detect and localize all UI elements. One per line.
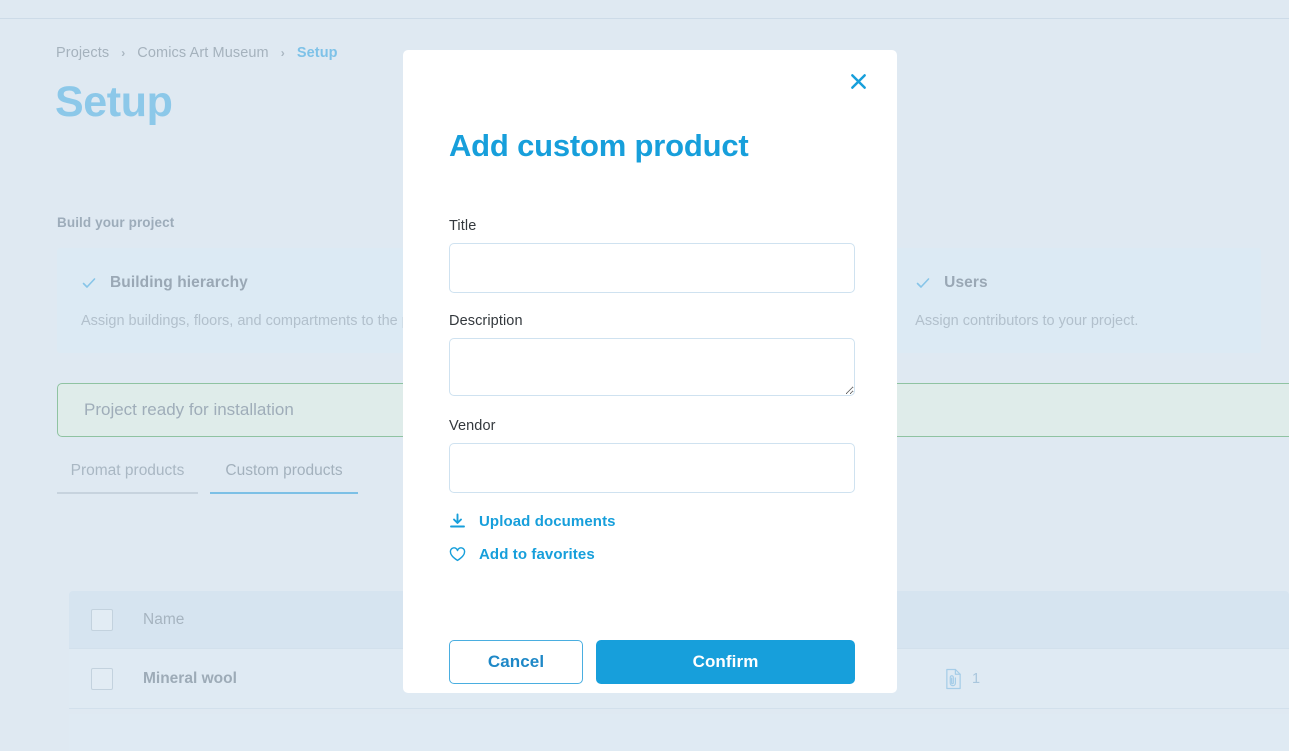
checkbox-select-all[interactable]: [91, 608, 113, 631]
modal-action-buttons: Cancel Confirm: [449, 640, 855, 684]
cancel-button[interactable]: Cancel: [449, 640, 583, 684]
check-icon: [916, 278, 930, 288]
attachment-document-icon: [946, 668, 961, 689]
section-label-build-your-project: Build your project: [57, 215, 175, 230]
breadcrumb-item-project[interactable]: Comics Art Museum: [137, 45, 268, 61]
cell-attachments[interactable]: 1: [944, 668, 980, 690]
breadcrumb-item-projects[interactable]: Projects: [56, 45, 109, 61]
card-description: Assign contributors to your project.: [915, 313, 1139, 329]
modal-title: Add custom product: [449, 128, 749, 163]
breadcrumb: Projects › Comics Art Museum › Setup: [56, 45, 338, 61]
add-to-favorites-link[interactable]: Add to favorites: [449, 546, 855, 563]
confirm-button[interactable]: Confirm: [596, 640, 855, 684]
table-bottom-area: [69, 714, 1289, 751]
upload-documents-link[interactable]: Upload documents: [449, 513, 855, 530]
label-vendor: Vendor: [449, 418, 496, 434]
field-group-description: Description: [449, 313, 855, 396]
upload-documents-label: Upload documents: [479, 513, 616, 530]
label-description: Description: [449, 313, 523, 329]
product-tabs: Promat products Custom products: [57, 462, 370, 494]
tab-promat-products[interactable]: Promat products: [57, 462, 198, 494]
card-title: Building hierarchy: [110, 274, 248, 291]
label-title: Title: [449, 218, 477, 234]
status-card-users[interactable]: Users Assign contributors to your projec…: [891, 248, 1262, 353]
upload-icon: [449, 513, 466, 530]
field-group-vendor: Vendor: [449, 418, 855, 493]
chevron-right-icon: ›: [121, 46, 126, 60]
add-to-favorites-label: Add to favorites: [479, 546, 595, 563]
attachment-count: 1: [972, 670, 981, 687]
card-title: Users: [944, 274, 988, 291]
tab-custom-products[interactable]: Custom products: [210, 462, 358, 494]
chevron-right-icon: ›: [280, 46, 285, 60]
breadcrumb-item-setup[interactable]: Setup: [297, 45, 338, 61]
description-textarea[interactable]: [449, 338, 855, 396]
card-header: Users: [915, 274, 1237, 292]
heart-icon: [449, 546, 466, 563]
title-input[interactable]: [449, 243, 855, 293]
page-title: Setup: [55, 78, 173, 126]
card-header: Building hierarchy: [81, 274, 449, 292]
vendor-input[interactable]: [449, 443, 855, 493]
check-icon: [82, 278, 96, 288]
add-custom-product-modal: Add custom product Title Description Ven…: [403, 50, 897, 693]
select-all-cell[interactable]: [91, 608, 143, 631]
row-select-cell[interactable]: [91, 667, 143, 690]
modal-form: Title Description Vendor Upload document…: [449, 218, 855, 563]
close-icon[interactable]: [843, 66, 873, 96]
top-divider: [0, 18, 1289, 19]
card-description: Assign buildings, floors, and compartmen…: [81, 313, 450, 329]
field-group-title: Title: [449, 218, 855, 293]
checkbox-row-select[interactable]: [91, 667, 113, 690]
